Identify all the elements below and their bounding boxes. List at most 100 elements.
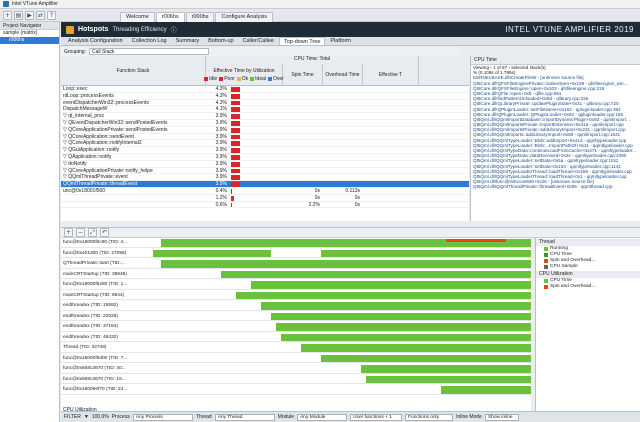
effective-time-2-header[interactable]: Effective T — [363, 64, 419, 86]
overhead-time-header[interactable]: Overhead Time — [323, 64, 363, 86]
process-select[interactable]: Any Process — [132, 413, 193, 421]
viewpoint-tab-4[interactable]: Caller/Callee — [239, 37, 279, 45]
table-row[interactable]: ▽ QCoreApplication::notifyInternal2 3.9% — [61, 140, 469, 148]
effective-time-2-cell — [363, 86, 413, 92]
table-row[interactable]: QQmlThreadPrivate::threadEvent 3.9% — [61, 181, 469, 188]
thread-select[interactable]: Any Thread — [214, 413, 275, 421]
effective-time-bar-cell — [229, 168, 283, 174]
timeline-thread-row[interactable]: func@0x401300 (TID: 27056) — [61, 249, 531, 259]
timeline-thread-row[interactable]: Thread (TID: 32748) — [61, 343, 531, 353]
legend-swatch — [544, 247, 548, 251]
cpu-time-total-header[interactable]: CPU Time: Total — [206, 56, 419, 64]
thread-running-bar — [271, 312, 531, 321]
new-project-icon[interactable]: + — [3, 10, 12, 20]
tab-3[interactable]: Configure Analysis — [215, 11, 274, 22]
timeline-thread-row[interactable]: QThreadPrivate::start (TID:... — [61, 259, 531, 269]
timeline-thread-row[interactable]: endthreadex (TID: 48432) — [61, 333, 531, 343]
source-file-cell — [413, 93, 469, 99]
viewpoint-tab-3[interactable]: Bottom-up — [204, 37, 237, 45]
call-stack-frame[interactable]: Qt5Qml.dll!QQmlThreadPrivate::threadEven… — [471, 184, 640, 189]
call-stack-metric-select[interactable]: CPU Time — [471, 56, 640, 65]
run-analysis-icon[interactable]: ▶ — [25, 10, 34, 20]
viewpoint-tab-1[interactable]: Collection Log — [128, 37, 171, 45]
thread-label: endthreadex (TID: 48432) — [63, 334, 118, 340]
tab-0[interactable]: Welcome — [120, 11, 155, 22]
legend-thread-group[interactable]: Thread — [536, 239, 640, 246]
viewpoint-tab-6[interactable]: Platform — [326, 37, 354, 45]
nav-project-item[interactable]: sample (matrix) — [0, 30, 59, 37]
call-stack-frame[interactable]: Qt5Core.dll!QFSFileEnginePrivate::native… — [471, 81, 640, 86]
table-row[interactable]: Loop::exec 4.3% — [61, 86, 469, 93]
filter-funnel-icon[interactable]: ▼ — [84, 414, 89, 420]
call-stack-frame[interactable]: Qt5Core.dll!QLibraryPrivate::updatePlugi… — [471, 101, 640, 106]
timeline-thread-row[interactable]: func@0x668c3670 (TID: 16... — [61, 375, 531, 385]
table-row[interactable]: 1.2% 0s 0s — [61, 195, 469, 202]
user-functions-select[interactable]: User functions + 1 — [350, 413, 403, 421]
undo-zoom-icon[interactable]: ↶ — [100, 228, 109, 237]
legend-item[interactable]: Spin and Overhead... — [536, 284, 640, 290]
timeline-thread-row[interactable]: endthreadex (TID: 37164) — [61, 322, 531, 332]
call-stack-frame[interactable]: Qt5Qml.dll!QQmlTypeLoader::setData+0x153… — [471, 164, 640, 169]
call-stack-frame[interactable]: Qt5Core.dll!QPluginLoader::setFileName+0… — [471, 107, 640, 112]
legend-cpu-group[interactable]: CPU Utilization — [536, 271, 640, 278]
function-name-cell: ▽ qt_internal_proc — [63, 113, 105, 119]
effective-time-bar-cell — [229, 147, 283, 153]
timeline-thread-row[interactable]: func@0x18009ef70 (TID: 24... — [61, 385, 531, 395]
table-row[interactable]: ▽ QCoreApplicationPrivate::sendPostedEve… — [61, 127, 469, 134]
call-stack-frame[interactable]: Qt5Qml.dll!QQmlTypeLoader::setData+0x5a … — [471, 158, 640, 163]
help-icon[interactable]: ⓘ — [171, 25, 177, 34]
functions-only-select[interactable]: Functions only — [405, 413, 454, 421]
effective-time-2-cell — [363, 188, 413, 194]
overhead-time-cell — [323, 154, 363, 160]
table-row[interactable]: DispatchMessageW 4.1% — [61, 106, 469, 114]
inline-mode-select[interactable]: Show inline — [484, 413, 519, 421]
table-row[interactable]: eventDispatcherWin32::processEvents 4.3% — [61, 100, 469, 107]
table-row[interactable]: ▽ QGuiApplication::notify 3.9% — [61, 147, 469, 154]
analysis-subtitle[interactable]: Threading Efficiency — [112, 27, 166, 33]
cpu-percent-cell: 3.9% — [215, 113, 227, 120]
table-row[interactable]: 0.6% 2.2% 0s — [61, 202, 469, 209]
tab-1[interactable]: r006hs — [155, 11, 185, 22]
timeline-thread-row[interactable]: func@0x18000f6c80 (TID: 4... — [61, 238, 531, 248]
help-icon[interactable]: ? — [47, 10, 56, 20]
call-stack-frame[interactable]: Qt5Qml.dll!QQmlImports::addLibraryImport… — [471, 132, 640, 137]
cpu-percent-cell: 0.6% — [215, 201, 227, 208]
effective-time-bar — [231, 188, 232, 194]
table-row[interactable]: ntLoop::processEvents 4.3% — [61, 93, 469, 100]
table-row[interactable]: ▽ doNotify 3.9% — [61, 161, 469, 168]
function-stack-header[interactable]: Function Stack — [61, 56, 206, 86]
viewpoint-tab-5[interactable]: Top-down Tree — [279, 37, 326, 45]
zoom-out-icon[interactable]: − — [76, 228, 85, 237]
timeline-toolbar: + − ⤢ ↶ — [61, 227, 640, 238]
timeline-thread-row[interactable]: endthreadex (TID: 19592) — [61, 301, 531, 311]
viewpoint-tab-0[interactable]: Analysis Configuration — [64, 37, 127, 45]
overhead-time-cell — [323, 127, 363, 133]
timeline-thread-row[interactable]: func@0x668c3670 (TID: 40... — [61, 364, 531, 374]
nav-result-item[interactable]: r006hs — [0, 37, 59, 44]
source-file-cell — [413, 147, 469, 153]
viewpoint-tab-2[interactable]: Summary — [172, 37, 204, 45]
open-icon[interactable]: ▤ — [14, 10, 23, 20]
module-select[interactable]: Any Module — [297, 413, 348, 421]
compare-icon[interactable]: ⇄ — [36, 10, 45, 20]
zoom-fit-icon[interactable]: ⤢ — [88, 228, 97, 237]
table-row[interactable]: ▽ QEventDispatcherWin32::sendPostedEvent… — [61, 120, 469, 127]
table-row[interactable]: ▽ QCoreApplication::sendEvent 3.9% — [61, 134, 469, 141]
table-row[interactable]: ▽ QQmlThreadPrivate::event 3.9% — [61, 174, 469, 182]
timeline-thread-row[interactable]: mainCRTStartup (TID: 8644) — [61, 291, 531, 301]
tab-2[interactable]: r000hs — [185, 11, 215, 22]
timeline-thread-row[interactable]: mainCRTStartup (TID: 39848) — [61, 270, 531, 280]
zoom-in-icon[interactable]: + — [64, 228, 73, 237]
table-row[interactable]: unc@0x18001f500 0.4% 0s 0.113s — [61, 188, 469, 195]
timeline-thread-row[interactable]: func@0x18000f6280 (TID: 1... — [61, 280, 531, 290]
grouping-select[interactable]: Call Stack — [88, 48, 209, 55]
table-row[interactable]: ▽ qt_internal_proc 3.9% — [61, 113, 469, 120]
table-row[interactable]: ▽ QApplication::notify 3.9% — [61, 154, 469, 161]
table-row[interactable]: ▽ QCoreApplicationPrivate::notify_helpe 3… — [61, 168, 469, 175]
timeline-thread-row[interactable]: func@0x18000f6d00 (TID: 7... — [61, 354, 531, 364]
legend-item[interactable]: CPU Sample — [536, 264, 640, 270]
spin-time-header[interactable]: Spin Time — [283, 64, 323, 86]
effective-time-bar-cell — [229, 154, 283, 160]
timeline-thread-row[interactable]: endthreadex (TID: 22028) — [61, 312, 531, 322]
effective-time-header[interactable]: Effective Time by Utilization Idle Poor Ok… — [204, 64, 284, 86]
